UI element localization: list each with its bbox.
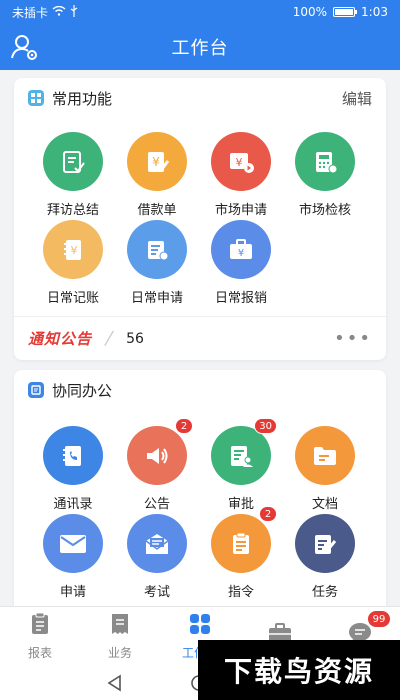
func-market-apply[interactable]: ¥ 市场申请 <box>198 132 284 218</box>
tab-business[interactable]: 业务 <box>80 607 160 666</box>
document-icon <box>295 426 355 485</box>
announcement-icon: 2 <box>127 418 193 485</box>
notice-bar[interactable]: 通知公告 / 56 ••• <box>14 316 386 360</box>
back-icon[interactable] <box>106 674 124 696</box>
business-icon <box>108 612 132 640</box>
func-daily-apply[interactable]: 日常申请 <box>114 220 200 306</box>
collab-label: 通讯录 <box>53 497 93 512</box>
notification-badge: 2 <box>259 506 277 522</box>
common-functions-header: 常用功能 编辑 <box>14 78 386 118</box>
task-icon <box>295 514 355 573</box>
edit-button[interactable]: 编辑 <box>342 88 372 109</box>
collab-label: 考试 <box>143 585 170 600</box>
notice-brand: 通知公告 <box>28 330 93 348</box>
svg-text:¥: ¥ <box>236 156 243 169</box>
func-label: 日常记账 <box>46 291 99 306</box>
common-functions-card: 常用功能 编辑 拜访总结 ¥ 借款单 ¥ 市场申请 市场检核 ¥ 日常记账 日常… <box>14 78 386 360</box>
notification-badge: 30 <box>254 418 277 434</box>
collab-label: 任务 <box>311 585 338 600</box>
page-title: 工作台 <box>171 38 229 59</box>
collab-label: 申请 <box>59 585 86 600</box>
func-visit-summary[interactable]: 拜访总结 <box>30 132 116 218</box>
usb-icon <box>70 4 78 20</box>
func-label: 借款单 <box>137 203 177 218</box>
instruction-icon: 2 <box>211 506 277 573</box>
section-title: 常用功能 <box>52 89 113 108</box>
collab-instruction[interactable]: 2 指令 <box>198 506 284 600</box>
clock: 1:03 <box>361 5 388 19</box>
user-settings-icon[interactable] <box>10 32 40 62</box>
collab-contacts[interactable]: 通讯录 <box>30 426 116 512</box>
approval-icon: 30 <box>211 418 277 485</box>
func-label: 日常申请 <box>130 291 183 306</box>
svg-text:¥: ¥ <box>152 155 160 169</box>
collab-task[interactable]: 任务 <box>282 514 368 600</box>
status-bar: 未插卡 100% 1:03 <box>0 0 400 24</box>
message-badge: 99 <box>368 611 390 627</box>
collab-label: 文档 <box>311 497 338 512</box>
func-market-check[interactable]: 市场检核 <box>282 132 368 218</box>
func-daily-ledger[interactable]: ¥ 日常记账 <box>30 220 116 306</box>
collab-document[interactable]: 文档 <box>282 426 368 512</box>
func-loan[interactable]: ¥ 借款单 <box>114 132 200 218</box>
notice-count: 56 <box>126 330 144 347</box>
carrier-text: 未插卡 <box>12 5 49 20</box>
collab-announcement[interactable]: 2 公告 <box>114 418 200 512</box>
contacts-icon <box>43 426 103 485</box>
collab-approval[interactable]: 30 审批 <box>198 418 284 512</box>
func-label: 市场检核 <box>298 203 351 218</box>
collab-label: 指令 <box>227 585 254 600</box>
apply-mail-icon <box>43 514 103 573</box>
tab-label: 报表 <box>27 646 52 660</box>
func-label: 拜访总结 <box>46 203 99 218</box>
func-label: 市场申请 <box>214 203 267 218</box>
section-title: 协同办公 <box>52 381 113 400</box>
market-check-icon <box>295 132 355 191</box>
wifi-icon <box>52 5 66 19</box>
func-daily-reimburse[interactable]: ¥ 日常报销 <box>198 220 284 306</box>
office-icon <box>28 382 44 398</box>
daily-reimburse-icon: ¥ <box>211 220 271 279</box>
tab-label: 业务 <box>107 646 132 660</box>
notification-badge: 2 <box>175 418 193 434</box>
collab-label: 公告 <box>143 497 170 512</box>
more-button[interactable]: ••• <box>334 328 372 349</box>
svg-text:¥: ¥ <box>71 244 78 257</box>
svg-text:¥: ¥ <box>238 248 244 259</box>
grid-icon <box>28 90 44 106</box>
battery-icon <box>333 7 358 17</box>
divider: / <box>103 328 115 349</box>
tab-report[interactable]: 报表 <box>0 607 80 666</box>
collab-label: 审批 <box>227 497 254 512</box>
daily-ledger-icon: ¥ <box>43 220 103 279</box>
report-icon <box>28 612 52 640</box>
collab-office-header: 协同办公 <box>14 370 386 410</box>
market-apply-icon: ¥ <box>211 132 271 191</box>
func-label: 日常报销 <box>214 291 267 306</box>
workbench-icon <box>188 612 212 640</box>
daily-apply-icon <box>127 220 187 279</box>
collab-exam[interactable]: 考试 <box>114 514 200 600</box>
collab-apply[interactable]: 申请 <box>30 514 116 600</box>
app-header: 工作台 <box>0 24 400 70</box>
watermark-logo: 下载鸟资源 <box>198 640 400 700</box>
loan-icon: ¥ <box>127 132 187 191</box>
collab-office-card: 协同办公 通讯录 2 公告 30 审批 文档 申请 考试 2 指令 任务 <box>14 370 386 620</box>
visit-summary-icon <box>43 132 103 191</box>
battery-percent: 100% <box>292 5 328 19</box>
exam-icon <box>127 514 187 573</box>
